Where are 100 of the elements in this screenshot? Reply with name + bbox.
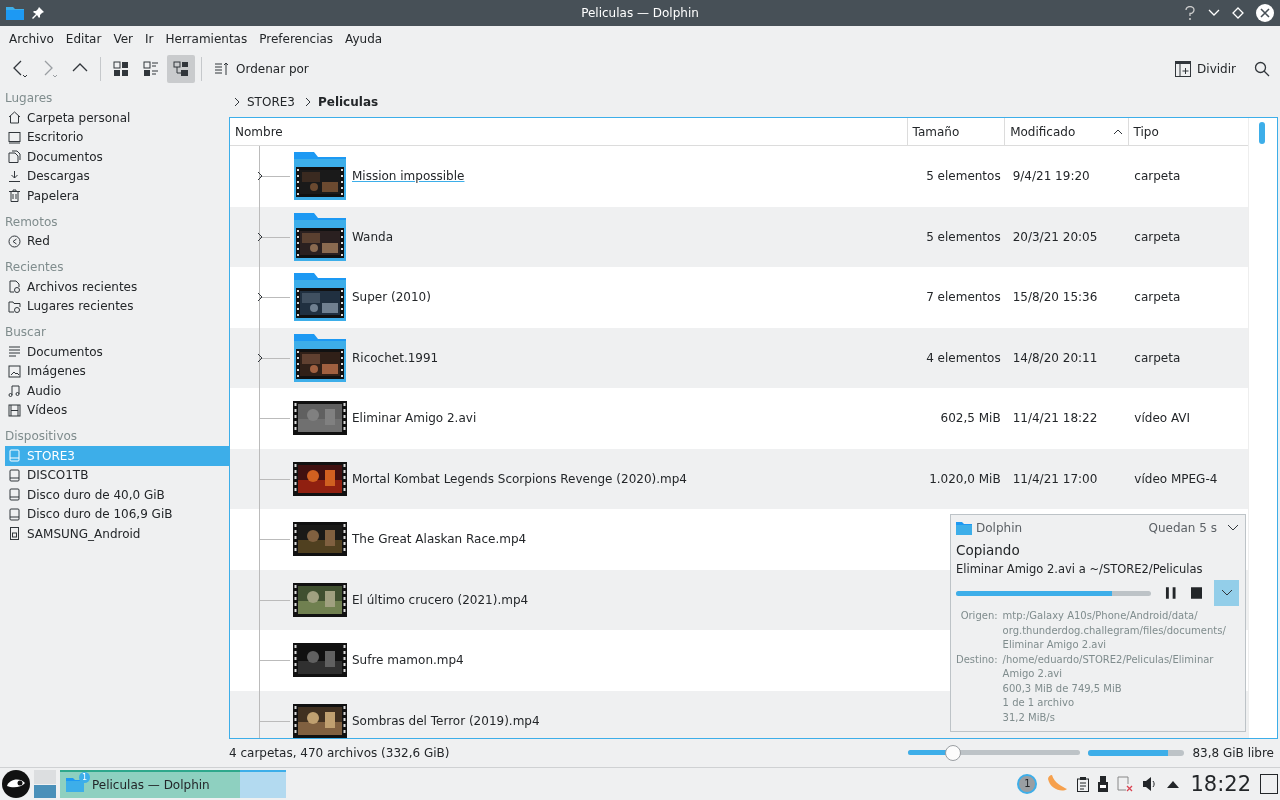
chevron-icon xyxy=(304,96,312,107)
expand-tray-icon[interactable] xyxy=(1167,780,1180,788)
window-title: Peliculas — Dolphin xyxy=(580,6,700,20)
trash-icon[interactable] xyxy=(8,189,21,203)
show-desktop-button[interactable] xyxy=(1260,774,1278,794)
type-cell: carpeta xyxy=(1134,350,1181,365)
file-name[interactable]: El último crucero (2021).mp4 xyxy=(352,592,529,607)
download-icon[interactable] xyxy=(8,169,21,183)
sort-ascending-icon[interactable] xyxy=(1112,128,1123,135)
menu-item[interactable]: Ir xyxy=(139,32,160,46)
zoom-slider[interactable] xyxy=(908,745,1081,761)
split-view-icon[interactable] xyxy=(1175,61,1192,77)
close-icon[interactable] xyxy=(1256,4,1274,22)
documents-icon[interactable] xyxy=(8,150,21,164)
sidebar-item[interactable]: Carpeta personal xyxy=(5,108,229,128)
sidebar-item[interactable]: Disco duro de 40,0 GiB xyxy=(5,485,229,505)
breadcrumb-item[interactable]: Peliculas xyxy=(317,94,379,109)
menu-item[interactable]: Editar xyxy=(59,32,108,46)
column-header[interactable]: Tipo xyxy=(1128,118,1249,145)
sort-icon[interactable] xyxy=(214,61,230,77)
compact-view-icon[interactable] xyxy=(143,61,159,77)
job-progress-badge[interactable]: 1 xyxy=(1017,774,1038,794)
recent-folder-icon[interactable] xyxy=(8,299,21,313)
recent-file-icon[interactable] xyxy=(8,280,21,294)
help-icon[interactable] xyxy=(1184,6,1196,20)
file-name[interactable]: Sombras del Terror (2019).mp4 xyxy=(352,713,540,728)
chevron-down-icon[interactable] xyxy=(1220,589,1233,597)
search-icon[interactable] xyxy=(1254,61,1270,77)
date-cell: 20/3/21 20:05 xyxy=(1012,229,1098,244)
view-mode-button[interactable] xyxy=(167,55,195,83)
sidebar-item[interactable]: Audio xyxy=(5,381,229,401)
clipboard-icon[interactable] xyxy=(1077,776,1090,792)
drive-icon[interactable] xyxy=(8,468,21,482)
task-button[interactable]: 1 Peliculas — Dolphin xyxy=(60,770,240,798)
sidebar-item[interactable]: SAMSUNG_Android xyxy=(5,524,229,544)
drive-icon[interactable] xyxy=(8,488,21,502)
column-header[interactable]: Tamaño xyxy=(907,118,1006,145)
menu-item[interactable]: Archivo xyxy=(3,32,60,46)
maximize-icon[interactable] xyxy=(1232,7,1244,19)
expander-icon[interactable] xyxy=(256,352,264,363)
sidebar-item[interactable]: Disco duro de 106,9 GiB xyxy=(5,504,229,524)
minimize-icon[interactable] xyxy=(1208,9,1220,17)
expander-icon[interactable] xyxy=(256,231,264,242)
monitor-icon[interactable] xyxy=(8,130,21,144)
file-name[interactable]: Sufre mamon.mp4 xyxy=(352,653,464,668)
sidebar-item[interactable]: DISCO1TB xyxy=(5,465,229,485)
detail-label: Destino: xyxy=(956,652,998,667)
column-header[interactable]: Modificado xyxy=(1005,118,1129,145)
collapse-icon[interactable] xyxy=(1227,524,1239,532)
date-cell: 15/8/20 15:36 xyxy=(1012,290,1098,305)
job-title: Copiando xyxy=(956,542,1021,558)
file-name[interactable]: Eliminar Amigo 2.avi xyxy=(352,411,477,426)
split-button[interactable]: Dividir xyxy=(1169,55,1242,83)
type-cell: carpeta xyxy=(1134,229,1181,244)
sidebar-item[interactable]: Papelera xyxy=(5,186,229,206)
expander-icon[interactable] xyxy=(256,171,264,182)
sidebar-item[interactable]: Imágenes xyxy=(5,361,229,381)
date-cell: 11/4/21 18:22 xyxy=(1012,411,1098,426)
network-disconnected-icon[interactable] xyxy=(1117,776,1134,792)
sidebar-item[interactable]: Documentos xyxy=(5,147,229,167)
job-description: Eliminar Amigo 2.avi a ~/STORE2/Peliculas xyxy=(956,562,1204,576)
file-name[interactable]: Mission impossible xyxy=(352,169,465,184)
pause-icon[interactable] xyxy=(1165,587,1177,599)
sidebar-item[interactable]: Descargas xyxy=(5,166,229,186)
menu-item[interactable]: Herramientas xyxy=(159,32,254,46)
column-header[interactable]: Nombre xyxy=(230,118,908,145)
file-name[interactable]: Super (2010) xyxy=(352,290,431,305)
expander-icon[interactable] xyxy=(256,292,264,303)
network-icon[interactable] xyxy=(8,234,21,248)
sidebar-item[interactable]: Escritorio xyxy=(5,127,229,147)
home-icon[interactable] xyxy=(8,111,21,125)
pin-icon[interactable] xyxy=(32,7,44,19)
breadcrumb-item[interactable]: STORE3 xyxy=(247,94,295,109)
stop-icon[interactable] xyxy=(1190,587,1203,599)
clock: 18:22 xyxy=(1190,772,1251,796)
file-name[interactable]: Ricochet.1991 xyxy=(352,350,439,365)
film-icon[interactable] xyxy=(8,403,21,417)
text-lines-icon[interactable] xyxy=(8,345,21,359)
image-icon[interactable] xyxy=(8,364,21,378)
music-note-icon[interactable] xyxy=(8,384,21,398)
tree-view-icon[interactable] xyxy=(173,61,189,77)
sidebar-section-title: Dispositivos xyxy=(5,428,79,445)
sidebar-item[interactable]: Red xyxy=(5,231,229,251)
menu-item[interactable]: Preferencias xyxy=(253,32,340,46)
sidebar-item[interactable]: Lugares recientes xyxy=(5,296,229,316)
menu-item[interactable]: Ver xyxy=(107,32,139,46)
file-name[interactable]: The Great Alaskan Race.mp4 xyxy=(352,532,527,547)
menu-item[interactable]: Ayuda xyxy=(339,32,389,46)
file-name[interactable]: Wanda xyxy=(352,229,394,244)
drive-icon[interactable] xyxy=(8,507,21,521)
usb-drive-icon[interactable] xyxy=(1098,776,1109,792)
sidebar-item[interactable]: Vídeos xyxy=(5,400,229,420)
sidebar-item[interactable]: Documentos xyxy=(5,342,229,362)
sidebar-item[interactable]: Archivos recientes xyxy=(5,277,229,297)
sort-button[interactable]: Ordenar por xyxy=(208,55,315,83)
back-icon[interactable] xyxy=(11,58,29,80)
phone-icon[interactable] xyxy=(8,527,21,541)
grid-view-icon[interactable] xyxy=(113,61,129,77)
file-name[interactable]: Mortal Kombat Legends Scorpions Revenge (2020).mp4 xyxy=(352,471,687,486)
launcher-icon[interactable] xyxy=(2,770,30,798)
